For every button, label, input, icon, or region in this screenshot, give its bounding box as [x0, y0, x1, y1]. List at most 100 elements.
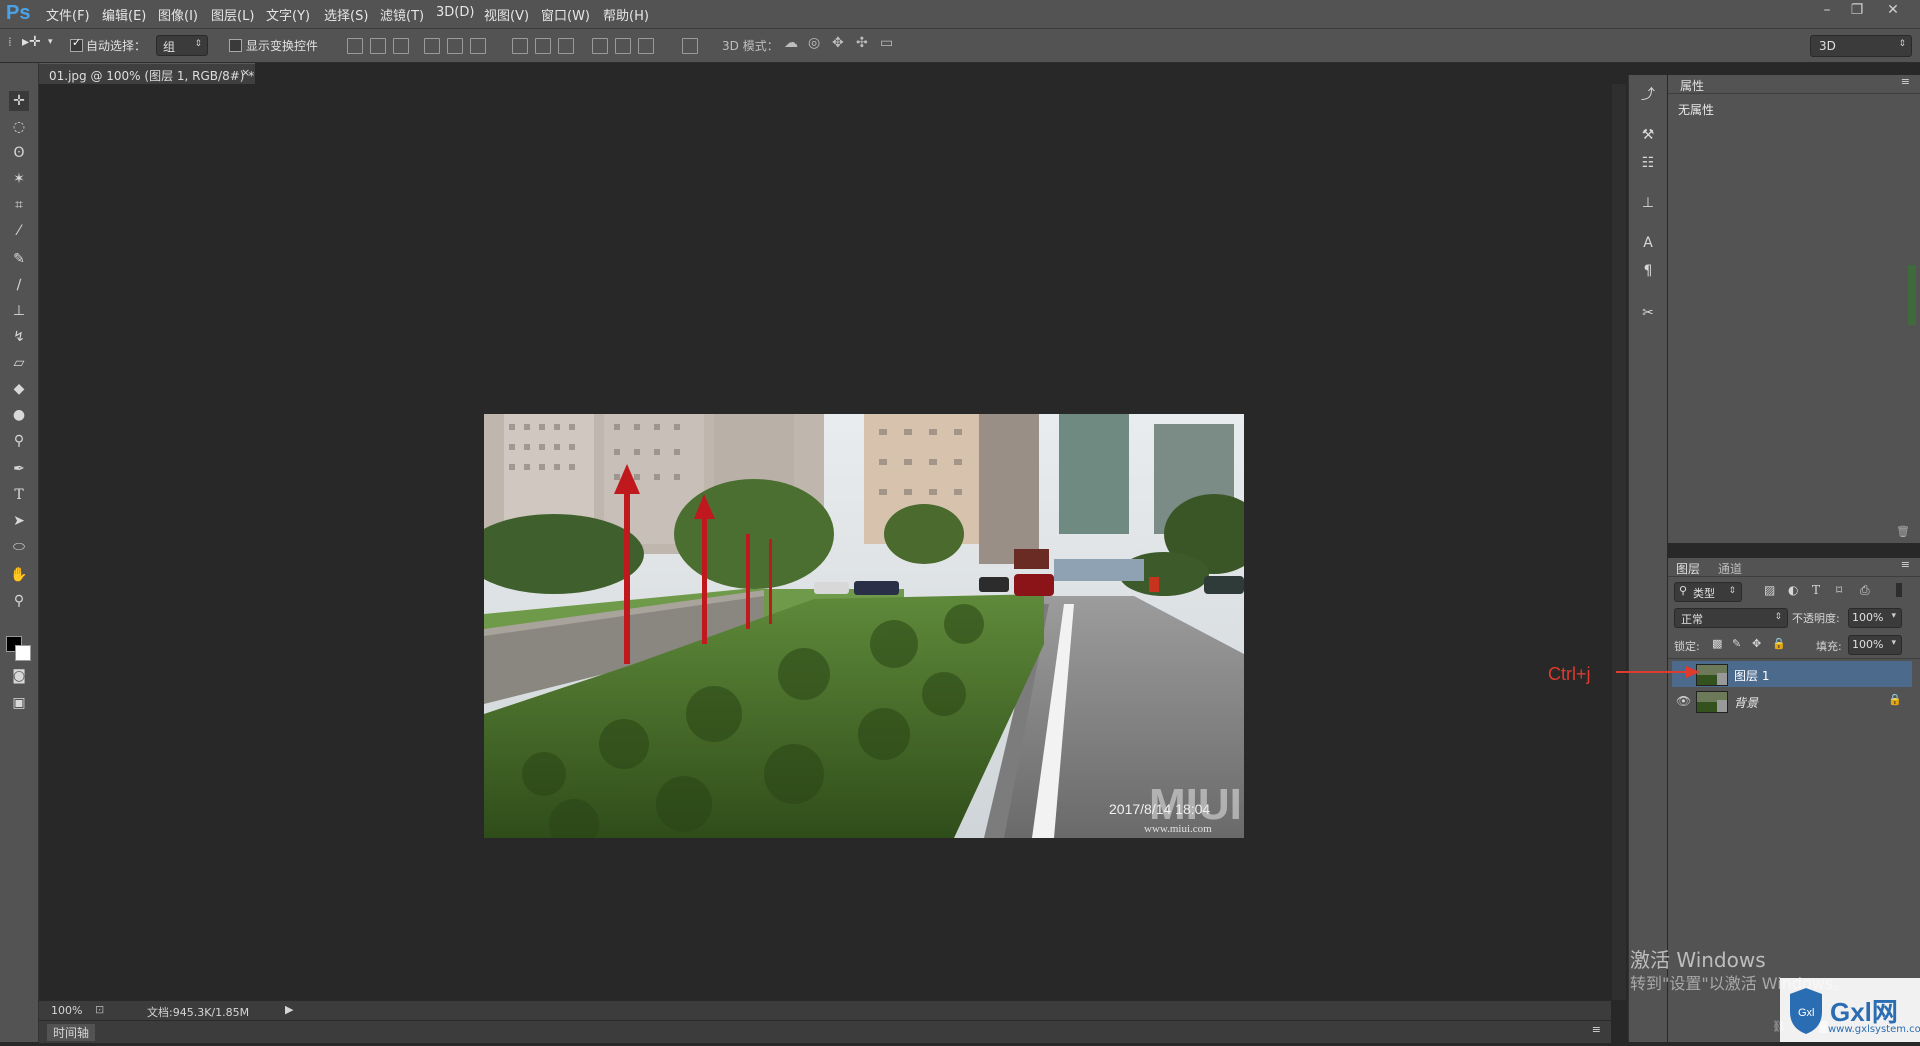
- align-bottom-icon[interactable]: [393, 38, 409, 54]
- roll-3d-icon[interactable]: ◎: [808, 35, 820, 51]
- distribute-hcenter-icon[interactable]: [615, 38, 631, 54]
- menu-filter[interactable]: 滤镜(T): [380, 5, 424, 24]
- lasso-icon[interactable]: ʘ: [9, 143, 29, 163]
- hand-icon[interactable]: ✋: [9, 565, 29, 585]
- camera-3d-icon[interactable]: ▭: [880, 35, 893, 51]
- lock-position-icon[interactable]: ✥: [1752, 637, 1761, 650]
- distribute-left-icon[interactable]: [592, 38, 608, 54]
- blend-mode-dropdown[interactable]: 正常 ⇕: [1674, 608, 1788, 628]
- magic-wand-icon[interactable]: ✶: [9, 169, 29, 189]
- menu-select[interactable]: 选择(S): [324, 5, 368, 24]
- character-panel-icon[interactable]: A: [1638, 233, 1658, 253]
- status-share-icon[interactable]: ⊡: [95, 1003, 104, 1016]
- canvas-area[interactable]: MIUI 2017/8/14 18:04 www.miui.com: [39, 84, 1611, 1000]
- filter-adjustment-icon[interactable]: ◐: [1788, 583, 1798, 597]
- quick-mask-icon[interactable]: ◙: [9, 666, 29, 686]
- menu-layer[interactable]: 图层(L): [211, 5, 254, 24]
- orbit-3d-icon[interactable]: ☁: [784, 35, 798, 51]
- menu-file[interactable]: 文件(F): [46, 5, 90, 24]
- tool-presets-icon[interactable]: ⚒: [1638, 125, 1658, 145]
- paint-bucket-icon[interactable]: ◆: [9, 379, 29, 399]
- filter-smart-object-icon[interactable]: ⎙: [1860, 583, 1870, 598]
- marquee-icon[interactable]: ◌: [9, 117, 29, 137]
- menu-3d[interactable]: 3D(D): [436, 5, 474, 20]
- lock-pixels-icon[interactable]: ✎: [1732, 637, 1741, 650]
- opacity-input[interactable]: 100% ▾: [1848, 608, 1902, 628]
- lock-transparency-icon[interactable]: ▩: [1712, 637, 1722, 650]
- menu-view[interactable]: 视图(V): [484, 5, 529, 24]
- lock-all-icon[interactable]: 🔒: [1772, 637, 1786, 650]
- background-thumbnail-image: [1697, 692, 1727, 712]
- zoom-level[interactable]: 100%: [51, 1004, 82, 1017]
- menu-edit[interactable]: 编辑(E): [102, 5, 146, 24]
- menu-window[interactable]: 窗口(W): [541, 5, 590, 24]
- healing-brush-icon[interactable]: ✎: [9, 249, 29, 269]
- path-select-icon[interactable]: ➤: [9, 511, 29, 531]
- crop-icon[interactable]: ⌗: [9, 195, 29, 215]
- zoom-icon[interactable]: ⚲: [9, 591, 29, 611]
- auto-select-dropdown[interactable]: 组 ⇕: [156, 35, 208, 56]
- menu-type[interactable]: 文字(Y): [266, 5, 310, 24]
- distribute-vcenter-icon[interactable]: [535, 38, 551, 54]
- status-menu-arrow-icon[interactable]: ▶: [285, 1003, 293, 1016]
- workspace-dropdown[interactable]: 3D ⇕: [1810, 35, 1912, 57]
- document-photo[interactable]: MIUI 2017/8/14 18:04 www.miui.com: [484, 414, 1244, 838]
- close-icon[interactable]: ✕: [1880, 2, 1906, 18]
- document-tab[interactable]: 01.jpg @ 100% (图层 1, RGB/8#) * ×: [39, 63, 255, 84]
- auto-align-icon[interactable]: [682, 38, 698, 54]
- adjustments-panel-icon[interactable]: ☷: [1638, 153, 1658, 173]
- filter-shape-icon[interactable]: ⌑: [1836, 583, 1842, 597]
- close-tab-icon[interactable]: ×: [241, 66, 250, 79]
- panel-menu-icon[interactable]: ≡: [1901, 75, 1910, 88]
- fill-input[interactable]: 100% ▾: [1848, 635, 1902, 655]
- move-tool-icon[interactable]: ✛: [9, 91, 29, 111]
- menu-image[interactable]: 图像(I): [158, 5, 198, 24]
- timeline-menu-icon[interactable]: ≡: [1592, 1023, 1601, 1036]
- pan-3d-icon[interactable]: ✥: [832, 35, 844, 51]
- align-left-icon[interactable]: [424, 38, 440, 54]
- restore-icon[interactable]: ❐: [1844, 2, 1870, 18]
- history-panel-icon[interactable]: ⤴: [1638, 85, 1658, 105]
- chevron-down-icon[interactable]: ▾: [48, 37, 53, 47]
- distribute-bottom-icon[interactable]: [558, 38, 574, 54]
- filter-pixel-icon[interactable]: ▨: [1764, 583, 1775, 597]
- stamp-icon[interactable]: ⊥: [9, 301, 29, 321]
- eyedropper-icon[interactable]: ⁄: [9, 221, 29, 241]
- eraser-icon[interactable]: ▱: [9, 353, 29, 373]
- paragraph-panel-icon[interactable]: ¶: [1638, 261, 1658, 281]
- move-tool-preset-icon[interactable]: ▸✛: [22, 34, 41, 50]
- brush-icon[interactable]: ∕: [9, 275, 29, 295]
- filter-type-icon[interactable]: T: [1812, 583, 1820, 597]
- minimize-icon[interactable]: –: [1814, 2, 1840, 18]
- layer-row-layer-1[interactable]: 图层 1: [1672, 661, 1912, 687]
- align-top-icon[interactable]: [347, 38, 363, 54]
- timeline-tab[interactable]: 时间轴: [47, 1024, 96, 1041]
- pen-icon[interactable]: ✒: [9, 459, 29, 479]
- distribute-top-icon[interactable]: [512, 38, 528, 54]
- align-vcenter-icon[interactable]: [370, 38, 386, 54]
- align-hcenter-icon[interactable]: [447, 38, 463, 54]
- distribute-right-icon[interactable]: [638, 38, 654, 54]
- filter-toggle[interactable]: [1896, 583, 1902, 597]
- auto-select-checkbox[interactable]: ✓: [70, 36, 83, 52]
- panel-scroll-indicator[interactable]: [1908, 265, 1916, 325]
- background-color-swatch[interactable]: [15, 645, 31, 661]
- show-transform-checkbox[interactable]: [229, 39, 242, 52]
- trash-icon[interactable]: 🗑: [1896, 525, 1910, 538]
- clone-source-icon[interactable]: ⊥: [1638, 193, 1658, 213]
- blur-icon[interactable]: ●: [9, 405, 29, 425]
- canvas-vertical-scrollbar[interactable]: [1612, 84, 1626, 1000]
- type-icon[interactable]: T: [9, 485, 29, 505]
- slide-3d-icon[interactable]: ✣: [856, 35, 868, 51]
- dodge-icon[interactable]: ⚲: [9, 431, 29, 451]
- layer-row-background[interactable]: 👁 背景 🔒: [1672, 688, 1912, 714]
- ellipse-icon[interactable]: ⬭: [9, 537, 29, 557]
- 3d-tools-icon[interactable]: ✂: [1638, 303, 1658, 323]
- visibility-eye-icon[interactable]: 👁: [1676, 694, 1691, 708]
- layer-filter-dropdown[interactable]: ⚲ 类型 ⇕: [1674, 582, 1742, 602]
- history-brush-icon[interactable]: ↯: [9, 327, 29, 347]
- menu-help[interactable]: 帮助(H): [603, 5, 649, 24]
- panel-menu-icon[interactable]: ≡: [1901, 558, 1910, 571]
- screen-mode-icon[interactable]: ▣: [9, 693, 29, 713]
- align-right-icon[interactable]: [470, 38, 486, 54]
